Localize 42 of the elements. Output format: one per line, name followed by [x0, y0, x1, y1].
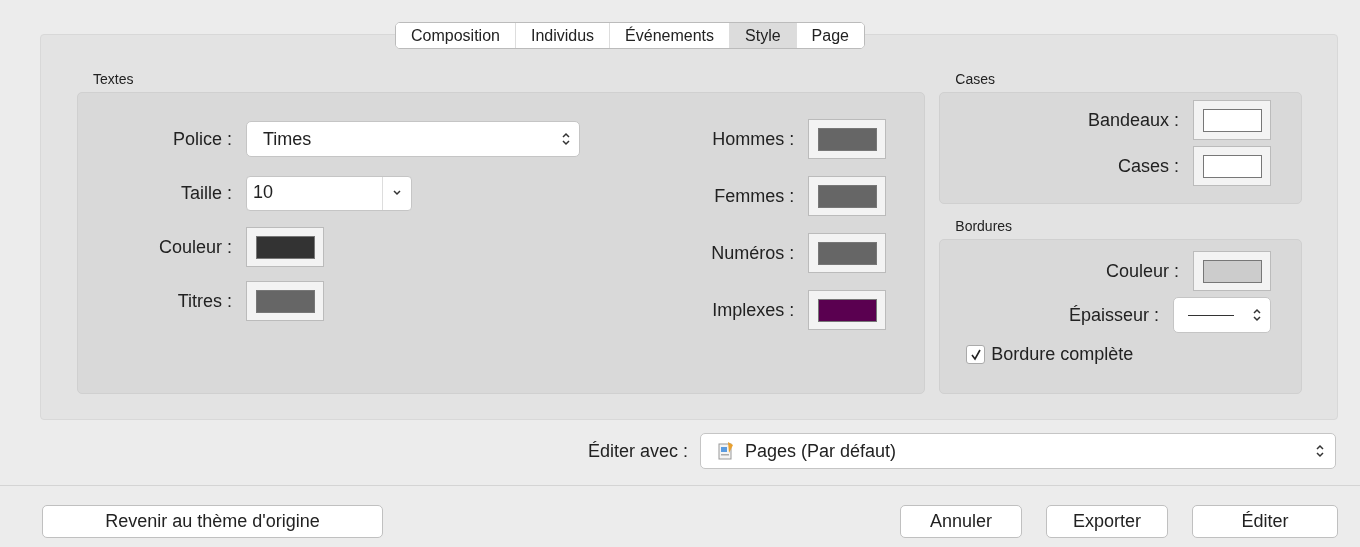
field-label: Couleur : [1105, 260, 1179, 282]
color-well[interactable] [246, 281, 324, 321]
color-well[interactable] [1193, 146, 1271, 186]
field-label: Taille : [179, 182, 232, 204]
color-well[interactable] [808, 176, 887, 216]
field-label: Numéros : [710, 242, 795, 264]
color-well[interactable] [808, 119, 887, 159]
field-label: Hommes : [711, 128, 795, 150]
action-button[interactable]: Éditer [1192, 505, 1338, 538]
field-label: Cases : [1117, 155, 1179, 177]
editor-popup[interactable]: Pages (Par défaut) [700, 433, 1336, 469]
color-well[interactable] [246, 227, 324, 267]
checkmark-icon [969, 348, 982, 361]
field-label: Implexes : [711, 299, 795, 321]
chevron-down-icon [392, 189, 402, 197]
tab[interactable]: Style [730, 23, 797, 48]
color-well[interactable] [808, 290, 887, 330]
document-app-icon [717, 441, 735, 461]
field-label: Couleur : [157, 236, 232, 258]
color-well[interactable] [1193, 100, 1271, 140]
field-label: Épaisseur : [1068, 304, 1159, 326]
reset-theme-button[interactable]: Revenir au thème d'origine [42, 505, 383, 538]
chevron-updown-icon [1252, 308, 1262, 322]
field-label: Police : [171, 128, 232, 150]
size-combo-box[interactable]: 10 [246, 175, 412, 211]
group-title: Bordures [955, 218, 1014, 234]
group-title: Textes [93, 71, 135, 87]
chevron-updown-icon [561, 132, 571, 146]
color-well[interactable] [1193, 251, 1271, 291]
color-well[interactable] [808, 233, 887, 273]
chevron-updown-icon [1315, 444, 1325, 458]
field-label: Bandeaux : [1087, 109, 1179, 131]
action-button[interactable]: Annuler [900, 505, 1022, 538]
font-popup[interactable]: Times [246, 121, 580, 157]
thickness-popup[interactable] [1173, 297, 1271, 333]
field-label: Femmes : [713, 185, 795, 207]
field-label: Titres : [176, 290, 232, 312]
action-button[interactable]: Exporter [1046, 505, 1168, 538]
group-title: Cases [955, 71, 996, 87]
tab[interactable]: Composition [396, 23, 516, 48]
field-label: Éditer avec : [587, 440, 688, 462]
checkbox[interactable]: Bordure complète [966, 344, 1271, 365]
